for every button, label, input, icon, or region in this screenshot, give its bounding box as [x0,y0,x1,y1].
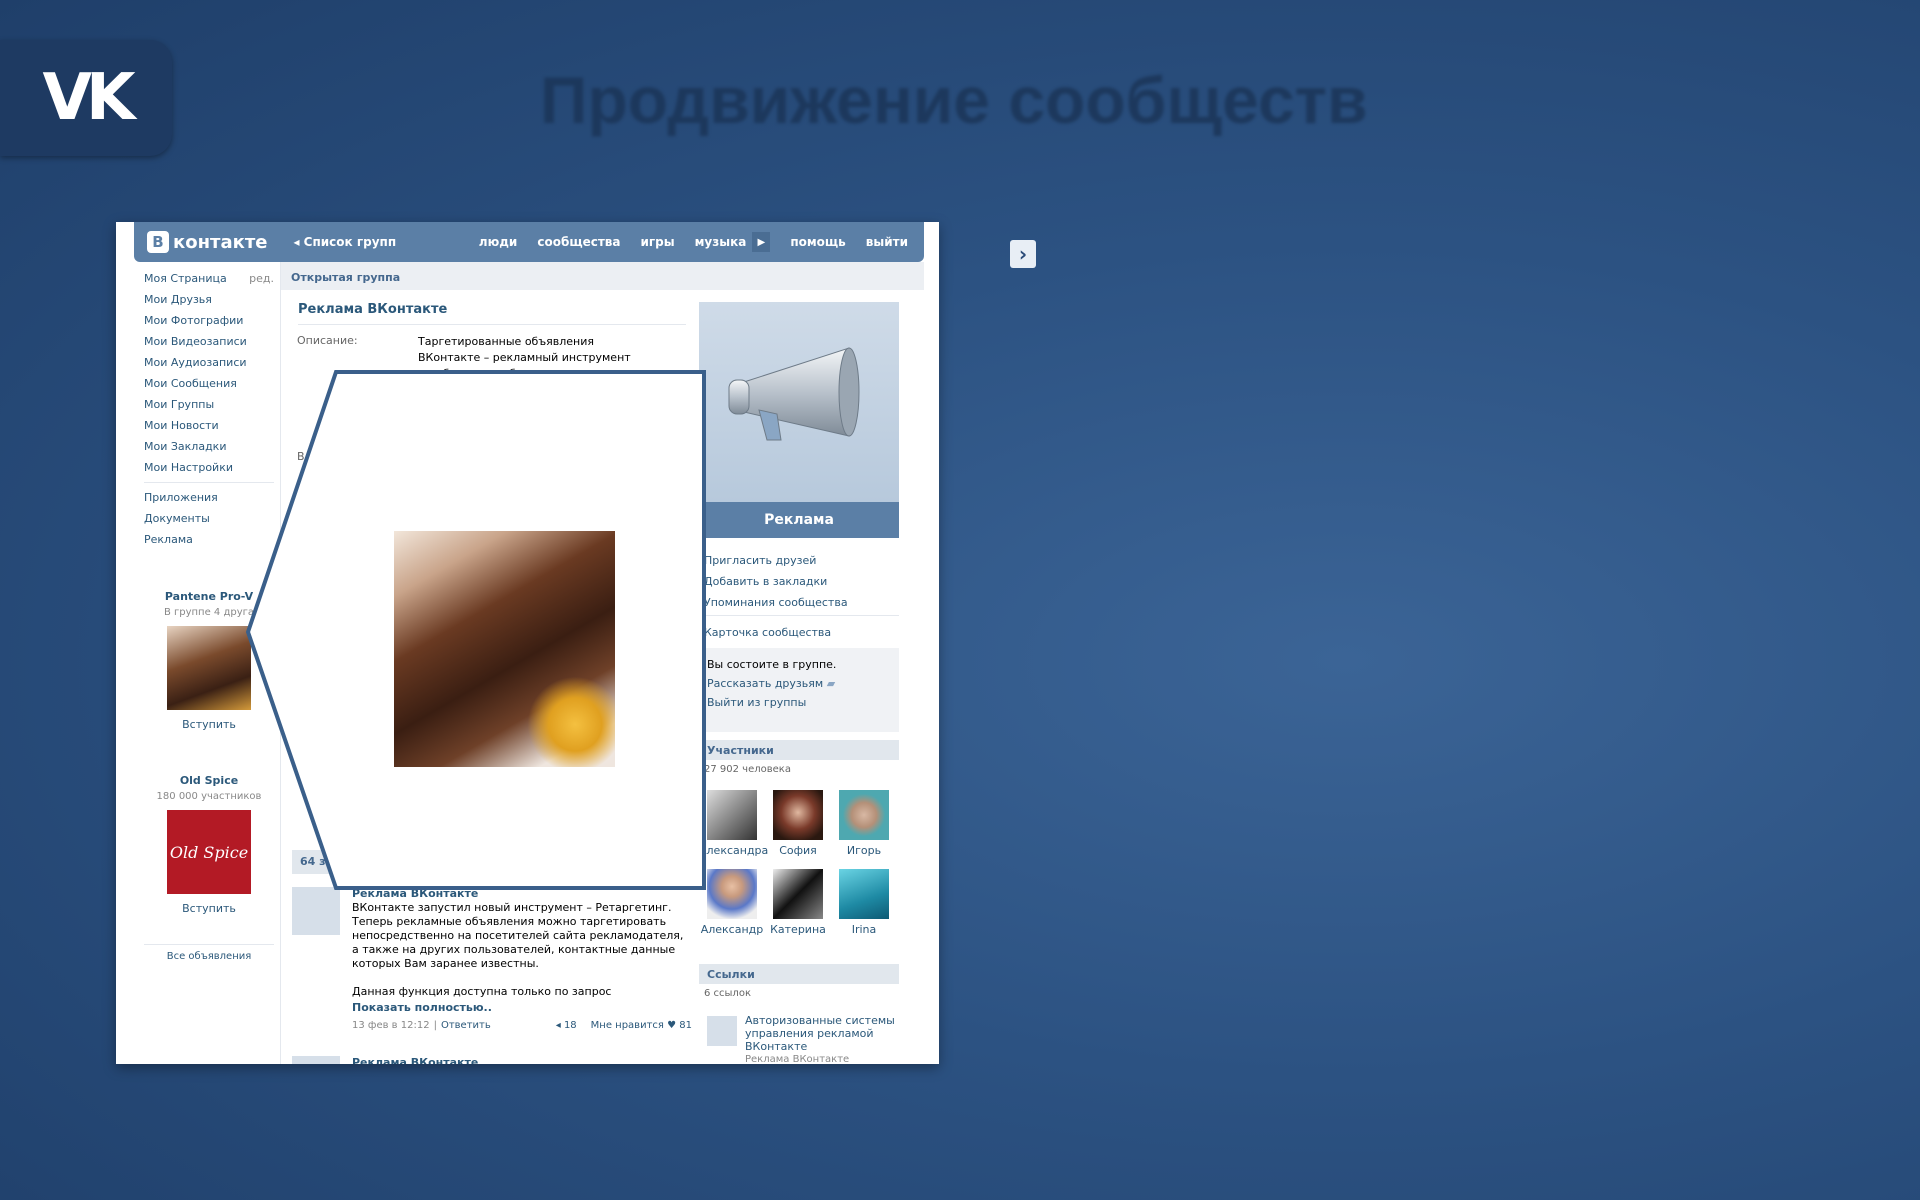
link-title: Авторизованные системы управления реклам… [745,1014,895,1053]
megaphone-icon [707,1016,737,1046]
post-text-2: Данная функция доступна только по запрос [352,985,612,998]
description-label: Описание: [297,334,358,347]
links-count: 6 ссылок [704,988,751,999]
ad-image[interactable] [167,626,251,710]
avatar [839,790,889,840]
chevron-right-icon[interactable]: › [1010,240,1036,268]
post-author[interactable]: Реклама ВКонтакте [352,1056,478,1064]
member-item[interactable]: Игорь [831,790,897,857]
menu-photos[interactable]: Мои Фотографии [144,310,274,331]
ad-image-enlarged [394,531,615,767]
avatar [839,869,889,919]
reply-link[interactable]: Ответить [441,1019,491,1033]
member-item[interactable]: Александр [699,869,765,936]
avatar [773,790,823,840]
megaphone-icon [292,1056,340,1064]
links-header[interactable]: Ссылки [699,964,899,984]
ad-image[interactable]: Old Spice [167,810,251,894]
members-header[interactable]: Участники [699,740,899,760]
like-button[interactable]: Мне нравится ♥ 81 [591,1019,692,1033]
group-name: Реклама ВКонтакте [298,302,448,317]
vk-brand-text: контакте [173,231,268,253]
add-bookmark-link[interactable]: Добавить в закладки [704,571,899,592]
vk-brand-letter: В [147,231,169,253]
community-card-link[interactable]: Карточка сообщества [704,622,899,643]
member-item[interactable]: Irina [831,869,897,936]
vk-header: В контакте ◂ Список групп люди сообществ… [134,222,924,262]
nav-music[interactable]: музыка [695,235,747,249]
actions-divider [704,615,899,616]
avatar [707,869,757,919]
repost-button[interactable]: ◂ 18 [556,1019,577,1033]
nav-games[interactable]: игры [641,235,675,249]
megaphone-icon [728,347,860,441]
invite-friends-link[interactable]: Пригласить друзей [704,550,899,571]
avatar [773,869,823,919]
tell-friends-link[interactable]: Рассказать друзьям ▰ [707,677,899,696]
megaphone-icon[interactable] [292,887,340,935]
group-cover[interactable] [699,302,899,502]
group-actions: Пригласить друзей Добавить в закладки Уп… [704,550,899,643]
member-item[interactable]: Александра [699,790,768,857]
member-item[interactable]: Катерина [765,869,831,936]
heart-icon: ♥ [667,1020,677,1031]
menu-videos[interactable]: Мои Видеозаписи [144,331,274,352]
play-icon[interactable]: ▶ [752,232,771,252]
mentions-link[interactable]: Упоминания сообщества [704,592,899,613]
title-divider [298,324,686,325]
group-cover-label: Реклама [699,502,899,538]
slide-title: Продвижение сообществ [540,63,1368,137]
menu-edit-link[interactable]: ред. [249,268,274,289]
membership-status: Вы состоите в группе. [707,658,837,671]
avatar [707,790,757,840]
members-count: 27 902 человека [704,764,791,775]
menu-friends[interactable]: Мои Друзья [144,289,274,310]
leave-group-link[interactable]: Выйти из группы [707,696,899,715]
nav-communities[interactable]: сообщества [537,235,620,249]
nav-help[interactable]: помощь [790,235,845,249]
members-grid: Александра София Игорь Александр Катерин… [699,790,899,936]
wall-post: Реклама ВКонтакте ВКонтакте запустил нов… [292,887,692,1033]
vk-logo: VK [0,40,172,156]
show-more-link[interactable]: Показать полностью.. [352,1001,692,1015]
member-item[interactable]: София [765,790,831,857]
join-button[interactable]: Вступить [144,902,274,915]
vk-brand[interactable]: В контакте [147,231,267,253]
all-ads-link[interactable]: Все объявления [144,944,274,962]
link-source: Реклама ВКонтакте [745,1054,850,1064]
back-to-groups-link[interactable]: ◂ Список групп [293,235,396,249]
megaphone-icon: ◂ [555,1020,561,1031]
link-item[interactable]: Авторизованные системы управления реклам… [707,1014,897,1064]
menu-my-page[interactable]: Моя Страница ред. [144,268,274,289]
membership-box: Вы состоите в группе. Рассказать друзьям… [699,648,899,732]
group-type-header: Открытая группа [281,262,924,290]
post-text: ВКонтакте запустил новый инструмент – Ре… [352,901,684,970]
vk-nav: люди сообщества игры музыка ▶ помощь вый… [459,232,908,252]
post-date[interactable]: 13 фев в 12:12 [352,1019,430,1033]
nav-logout[interactable]: выйти [866,235,908,249]
post-meta: 13 фев в 12:12 | Ответить ◂ 18 Мне нрави… [352,1019,692,1033]
nav-people[interactable]: люди [479,235,518,249]
speech-bubble-icon: ▰ [826,677,836,690]
